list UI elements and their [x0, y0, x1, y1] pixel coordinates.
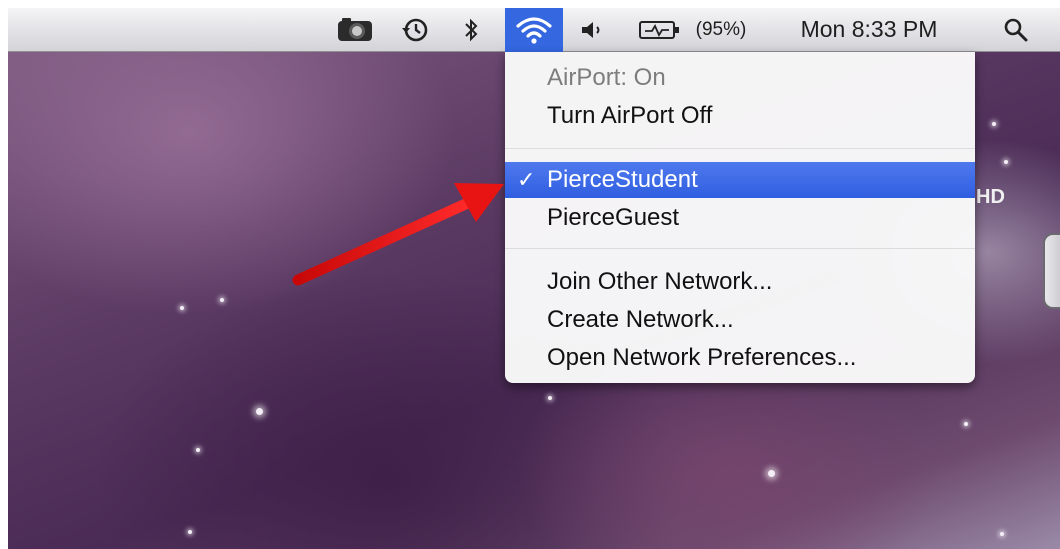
screenshot-frame: HD (95%) Mon 8:33 PM AirPort: On Turn Ai…	[8, 8, 1060, 549]
red-arrow-annotation	[292, 183, 504, 286]
